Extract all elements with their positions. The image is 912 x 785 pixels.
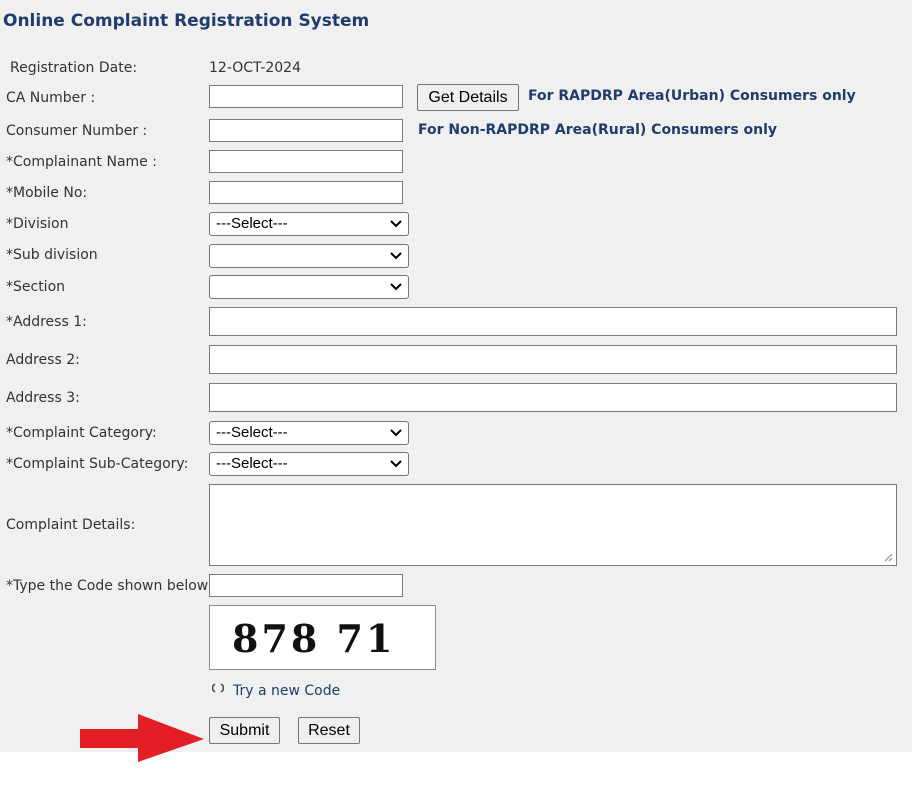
division-select[interactable]: ---Select--- (209, 212, 409, 236)
urban-consumers-note: For RAPDRP Area(Urban) Consumers only (528, 88, 856, 104)
complaint-category-label: *Complaint Category: (6, 425, 157, 441)
address3-label: Address 3: (6, 390, 80, 406)
consumer-number-label: Consumer Number : (6, 123, 148, 139)
chevron-down-icon (390, 220, 402, 228)
division-selected-value: ---Select--- (216, 215, 288, 232)
captcha-text: 878 71 (232, 616, 396, 661)
captcha-code-input[interactable] (209, 574, 403, 597)
address2-label: Address 2: (6, 352, 80, 368)
submit-button[interactable]: Submit (209, 717, 280, 744)
complaint-category-select[interactable]: ---Select--- (209, 421, 409, 445)
resize-handle-icon[interactable] (883, 552, 893, 562)
chevron-down-icon (390, 283, 402, 291)
address2-input[interactable] (209, 345, 897, 374)
chevron-down-icon (390, 460, 402, 468)
mobile-label: *Mobile No: (6, 185, 88, 201)
captcha-image: 878 71 (209, 605, 436, 670)
chevron-down-icon (390, 429, 402, 437)
chevron-down-icon (390, 252, 402, 260)
mobile-input[interactable] (209, 181, 403, 204)
complainant-name-label: *Complainant Name : (6, 154, 157, 170)
ca-number-label: CA Number : (6, 90, 96, 106)
page-title: Online Complaint Registration System (3, 11, 370, 31)
complaint-subcategory-label: *Complaint Sub-Category: (6, 456, 189, 472)
ca-number-input[interactable] (209, 85, 403, 108)
try-new-code-link[interactable]: Try a new Code (233, 683, 340, 699)
complaint-subcategory-selected-value: ---Select--- (216, 455, 288, 472)
address3-input[interactable] (209, 383, 897, 412)
subdivision-select[interactable] (209, 244, 409, 268)
section-label: *Section (6, 279, 66, 295)
address1-input[interactable] (209, 307, 897, 336)
consumer-number-input[interactable] (209, 119, 403, 142)
form-panel (0, 0, 912, 752)
complaint-details-textarea[interactable] (209, 484, 897, 566)
division-label: *Division (6, 216, 69, 232)
reset-button[interactable]: Reset (298, 717, 360, 744)
refresh-icon[interactable] (211, 682, 225, 698)
captcha-code-label: *Type the Code shown below (6, 578, 209, 594)
rural-consumers-note: For Non-RAPDRP Area(Rural) Consumers onl… (418, 122, 778, 138)
complainant-name-input[interactable] (209, 150, 403, 173)
address1-label: *Address 1: (6, 314, 87, 330)
complaint-category-selected-value: ---Select--- (216, 424, 288, 441)
section-select[interactable] (209, 275, 409, 299)
registration-date-value: 12-OCT-2024 (209, 60, 301, 76)
registration-date-label: Registration Date: (10, 60, 138, 76)
complaint-subcategory-select[interactable]: ---Select--- (209, 452, 409, 476)
red-arrow-annotation (80, 714, 204, 762)
complaint-details-label: Complaint Details: (6, 517, 136, 533)
subdivision-label: *Sub division (6, 247, 98, 263)
get-details-button[interactable]: Get Details (417, 84, 519, 111)
